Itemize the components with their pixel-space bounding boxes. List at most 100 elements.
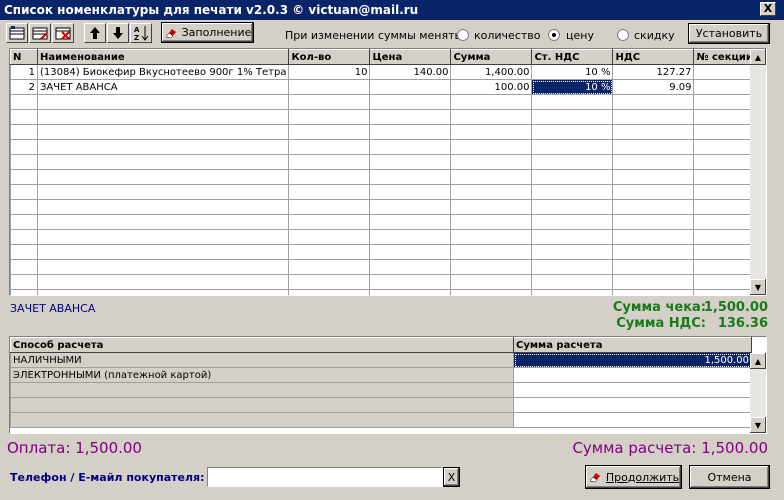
table-cell[interactable] [288, 139, 371, 155]
table-cell[interactable] [369, 274, 452, 290]
table-cell[interactable] [10, 259, 38, 275]
table-cell[interactable] [36, 229, 290, 245]
empty-row[interactable] [10, 124, 764, 140]
table-cell[interactable] [10, 169, 38, 185]
table-cell[interactable] [36, 154, 290, 170]
table-cell[interactable] [369, 154, 452, 170]
table-cell[interactable] [513, 382, 752, 398]
empty-row[interactable] [10, 229, 764, 245]
column-header[interactable]: НДС [612, 49, 695, 65]
table-row[interactable]: 2 ЗАЧЕТ АВАНСА 100.00 10 % 9.09 [10, 79, 764, 95]
empty-row[interactable] [10, 382, 752, 398]
table-cell[interactable] [450, 154, 533, 170]
table-cell[interactable] [288, 124, 371, 140]
table-cell[interactable] [612, 169, 695, 185]
table-cell[interactable]: 10 [288, 64, 371, 80]
table-cell[interactable] [36, 124, 290, 140]
table-cell[interactable] [369, 229, 452, 245]
table-cell[interactable] [612, 289, 695, 295]
add-row-icon[interactable] [6, 23, 28, 43]
table-cell[interactable]: (13084) Биокефир Вкуснотеево 900г 1% Тет… [36, 64, 290, 80]
items-grid[interactable]: N Наименование Кол-во Цена Сумма Ст. НДС НДС № … [9, 48, 767, 296]
payment-method-cell[interactable]: ЭЛЕКТРОННЫМИ (платежной картой) [10, 367, 514, 383]
table-cell[interactable]: 10 % [531, 64, 614, 80]
table-cell[interactable] [369, 124, 452, 140]
table-cell[interactable] [288, 199, 371, 215]
table-cell[interactable] [450, 199, 533, 215]
clear-phone-button[interactable]: X [443, 467, 460, 487]
table-cell[interactable] [450, 229, 533, 245]
table-cell[interactable] [36, 259, 290, 275]
column-header[interactable]: Наименование [36, 49, 290, 65]
table-cell[interactable] [288, 154, 371, 170]
table-cell[interactable] [531, 289, 614, 295]
empty-row[interactable] [10, 109, 764, 125]
empty-row[interactable] [10, 139, 764, 155]
table-cell[interactable] [612, 214, 695, 230]
sort-az-icon[interactable]: AZ [130, 23, 152, 43]
table-cell[interactable] [288, 79, 371, 95]
table-cell[interactable] [36, 244, 290, 260]
table-cell[interactable] [612, 124, 695, 140]
table-cell[interactable] [531, 259, 614, 275]
continue-button[interactable]: Продолжить [585, 465, 682, 489]
column-header[interactable]: Кол-во [288, 49, 371, 65]
table-cell[interactable] [450, 94, 533, 110]
table-cell[interactable] [612, 139, 695, 155]
empty-row[interactable] [10, 199, 764, 215]
phone-input[interactable] [207, 467, 443, 487]
table-cell[interactable] [450, 274, 533, 290]
table-cell[interactable] [288, 94, 371, 110]
table-cell[interactable] [369, 169, 452, 185]
table-cell[interactable] [10, 274, 38, 290]
table-cell[interactable] [531, 94, 614, 110]
table-cell[interactable] [288, 289, 371, 295]
payment-scroll-down-icon[interactable]: ▼ [750, 417, 766, 433]
table-cell[interactable] [612, 199, 695, 215]
table-cell[interactable] [288, 274, 371, 290]
table-cell[interactable] [369, 289, 452, 295]
table-cell[interactable] [612, 274, 695, 290]
table-cell[interactable]: 140.00 [369, 64, 452, 80]
radio-discount[interactable] [617, 29, 629, 41]
table-cell[interactable] [513, 397, 752, 413]
table-cell[interactable] [36, 289, 290, 295]
table-cell[interactable] [10, 94, 38, 110]
table-cell[interactable] [450, 244, 533, 260]
table-cell[interactable] [531, 169, 614, 185]
table-cell[interactable] [288, 169, 371, 185]
table-cell[interactable] [369, 199, 452, 215]
empty-row[interactable] [10, 274, 764, 290]
move-down-icon[interactable] [107, 23, 129, 43]
payment-scroll-up-icon[interactable]: ▲ [750, 353, 766, 369]
table-cell[interactable] [288, 109, 371, 125]
empty-row[interactable] [10, 244, 764, 260]
cancel-button[interactable]: Отмена [689, 465, 770, 489]
table-cell[interactable] [369, 79, 452, 95]
empty-row[interactable] [10, 94, 764, 110]
empty-row[interactable] [10, 154, 764, 170]
items-scrollbar[interactable]: ▲ ▼ [750, 49, 766, 295]
table-cell[interactable] [10, 184, 38, 200]
table-cell[interactable]: 9.09 [612, 79, 695, 95]
table-cell[interactable] [450, 109, 533, 125]
table-cell[interactable] [612, 259, 695, 275]
table-cell[interactable] [288, 214, 371, 230]
empty-row[interactable] [10, 169, 764, 185]
table-cell[interactable] [612, 184, 695, 200]
table-cell[interactable] [36, 169, 290, 185]
table-cell[interactable]: 1 [10, 64, 38, 80]
install-button[interactable]: Установить [688, 23, 770, 44]
table-cell[interactable] [36, 139, 290, 155]
payment-row[interactable]: ЭЛЕКТРОННЫМИ (платежной картой) [10, 367, 752, 383]
table-cell[interactable] [10, 229, 38, 245]
radio-quantity[interactable] [457, 29, 469, 41]
table-cell[interactable] [369, 109, 452, 125]
table-cell[interactable] [288, 244, 371, 260]
edit-row-icon[interactable] [29, 23, 51, 43]
close-button[interactable]: X [760, 2, 776, 16]
table-cell[interactable] [10, 199, 38, 215]
table-cell[interactable] [36, 214, 290, 230]
table-cell[interactable] [369, 214, 452, 230]
table-cell[interactable] [10, 139, 38, 155]
